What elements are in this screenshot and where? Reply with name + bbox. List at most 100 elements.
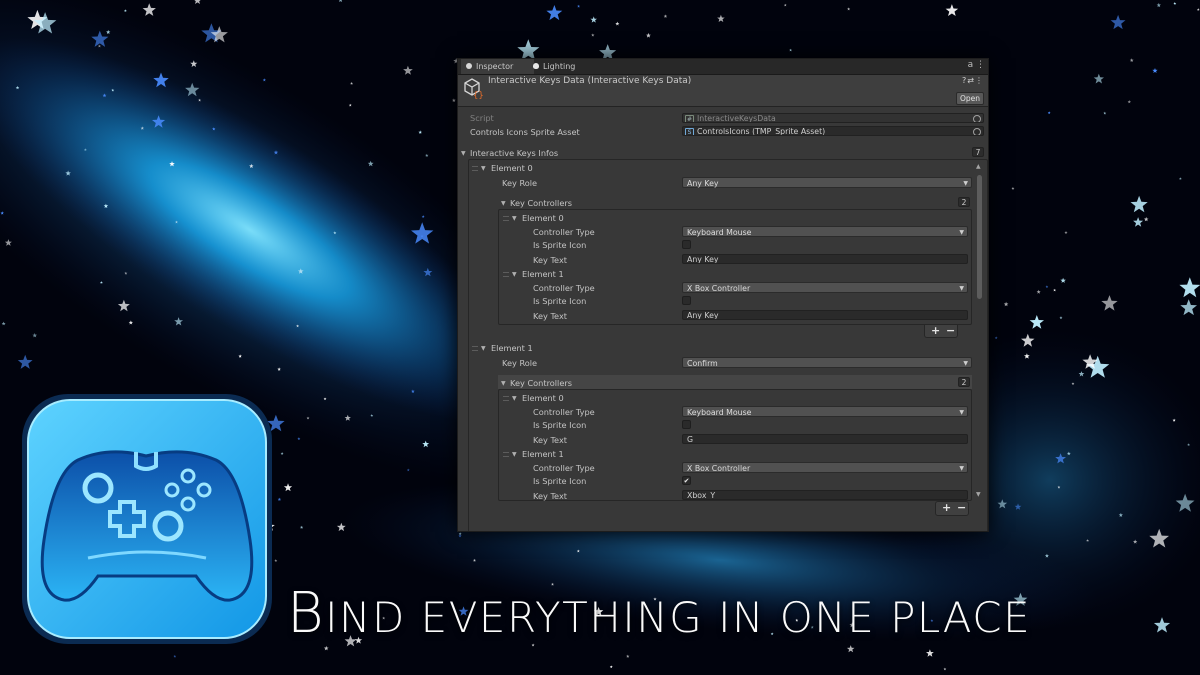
header-icons[interactable]: ?⇄⋮: [962, 76, 984, 85]
controllers-count[interactable]: 2: [958, 377, 970, 387]
key-text-label: Key Text: [533, 311, 568, 321]
more-icon[interactable]: ⋮: [975, 76, 984, 85]
dropdown-value: X Box Controller: [687, 284, 751, 293]
object-picker-icon[interactable]: [973, 128, 981, 135]
key-text-label: Key Text: [533, 491, 568, 501]
tab-label: Inspector: [476, 62, 514, 71]
is-sprite-checkbox[interactable]: [682, 420, 691, 429]
controller-type-label: Controller Type: [533, 407, 595, 417]
foldout-arrow-icon[interactable]: ▼: [481, 165, 486, 172]
tab-lighting[interactable]: Lighting: [528, 59, 593, 74]
key-role-dropdown[interactable]: Any Key ▼: [682, 177, 972, 188]
is-sprite-checkbox[interactable]: [682, 296, 691, 305]
foldout-arrow-icon[interactable]: ▼: [501, 380, 506, 387]
controller-type-dropdown[interactable]: Keyboard Mouse ▼: [682, 226, 968, 237]
dropdown-value: Keyboard Mouse: [687, 228, 752, 237]
is-sprite-checkbox[interactable]: [682, 240, 691, 249]
controllers-count[interactable]: 2: [958, 197, 970, 207]
controller-element-label: Element 0: [522, 393, 564, 403]
chevron-down-icon: ▼: [963, 180, 968, 187]
add-element-button[interactable]: +: [942, 502, 951, 514]
key-text-input[interactable]: Xbox_Y: [682, 490, 968, 500]
script-value: InteractiveKeysData: [697, 114, 776, 123]
remove-element-button[interactable]: −: [957, 502, 966, 514]
tab-inspector[interactable]: Inspector: [461, 59, 534, 74]
is-sprite-icon-label: Is Sprite Icon: [533, 296, 587, 306]
chevron-down-icon: ▼: [959, 409, 964, 416]
script-field[interactable]: # InteractiveKeysData: [682, 113, 984, 123]
key-text-label: Key Text: [533, 255, 568, 265]
info-icon: [466, 63, 472, 69]
preset-icon[interactable]: ⇄: [967, 76, 975, 85]
controller-type-label: Controller Type: [533, 463, 595, 473]
controller-type-dropdown[interactable]: Keyboard Mouse ▼: [682, 406, 968, 417]
foldout-arrow-icon[interactable]: ▼: [512, 451, 517, 458]
drag-handle-icon[interactable]: [503, 216, 509, 221]
foldout-arrow-icon[interactable]: ▼: [481, 345, 486, 352]
drag-handle-icon[interactable]: [503, 452, 509, 457]
is-sprite-icon-label: Is Sprite Icon: [533, 240, 587, 250]
inspector-window: Inspector Lighting a ⋮ {} Interactive Ke…: [457, 58, 989, 532]
remove-element-button[interactable]: −: [946, 325, 955, 337]
key-controllers-label: Key Controllers: [510, 378, 572, 388]
controller-type-dropdown[interactable]: X Box Controller ▼: [682, 462, 968, 473]
sprite-asset-icon: S: [685, 128, 694, 135]
tab-label: Lighting: [543, 62, 576, 71]
asset-header: {} Interactive Keys Data (Interactive Ke…: [458, 75, 988, 107]
key-role-dropdown[interactable]: Confirm ▼: [682, 357, 972, 368]
key-text-input[interactable]: Any Key: [682, 254, 968, 264]
add-remove-controls: + −: [935, 501, 969, 516]
controller-type-label: Controller Type: [533, 283, 595, 293]
foldout-arrow-icon[interactable]: ▼: [501, 200, 506, 207]
gamepad-logo-icon: [22, 394, 272, 644]
controller-element-label: Element 1: [522, 449, 564, 459]
controller-type-dropdown[interactable]: X Box Controller ▼: [682, 282, 968, 293]
scroll-down-icon[interactable]: ▼: [976, 491, 981, 498]
key-role-label: Key Role: [502, 178, 538, 188]
drag-handle-icon[interactable]: [503, 272, 509, 277]
chevron-down-icon: ▼: [959, 229, 964, 236]
dropdown-value: Keyboard Mouse: [687, 408, 752, 417]
chevron-down-icon: ▼: [959, 465, 964, 472]
tagline-text: ind everything in one place: [325, 593, 1032, 642]
is-sprite-checkbox[interactable]: ✔: [682, 476, 691, 485]
drag-handle-icon[interactable]: [503, 396, 509, 401]
dropdown-value: Confirm: [687, 359, 718, 368]
list-count[interactable]: 7: [972, 147, 984, 157]
foldout-arrow-icon[interactable]: ▼: [461, 150, 466, 157]
key-text-label: Key Text: [533, 435, 568, 445]
is-sprite-icon-label: Is Sprite Icon: [533, 476, 587, 486]
foldout-arrow-icon[interactable]: ▼: [512, 395, 517, 402]
scrollbar-thumb[interactable]: [977, 175, 982, 299]
key-text-input[interactable]: G: [682, 434, 968, 444]
foldout-arrow-icon[interactable]: ▼: [512, 215, 517, 222]
key-controllers-label: Key Controllers: [510, 198, 572, 208]
asset-title: Interactive Keys Data (Interactive Keys …: [488, 76, 692, 86]
scriptable-object-icon: {}: [464, 78, 484, 99]
dropdown-value: Any Key: [687, 179, 719, 188]
add-element-button[interactable]: +: [931, 325, 940, 337]
tagline: Bind everything in one place: [287, 586, 1032, 643]
controller-element-label: Element 0: [522, 213, 564, 223]
script-icon: #: [685, 115, 694, 123]
tagline-initial: B: [287, 581, 326, 646]
lightbulb-icon: [533, 63, 539, 69]
chevron-down-icon: ▼: [959, 285, 964, 292]
lock-icon[interactable]: a ⋮: [968, 60, 985, 70]
open-button[interactable]: Open: [956, 92, 984, 105]
tab-bar: Inspector Lighting a ⋮: [458, 59, 988, 75]
key-role-label: Key Role: [502, 358, 538, 368]
sprite-asset-label: Controls Icons Sprite Asset: [470, 127, 580, 137]
drag-handle-icon[interactable]: [472, 166, 478, 171]
key-text-input[interactable]: Any Key: [682, 310, 968, 320]
element-label: Element 0: [491, 163, 533, 173]
script-label: Script: [470, 113, 494, 123]
interactive-keys-infos-label: Interactive Keys Infos: [470, 148, 559, 158]
drag-handle-icon[interactable]: [472, 346, 478, 351]
scroll-up-icon[interactable]: ▲: [976, 163, 981, 170]
controller-element-label: Element 1: [522, 269, 564, 279]
sprite-asset-field[interactable]: S ControlsIcons (TMP_Sprite Asset): [682, 126, 984, 136]
dropdown-value: X Box Controller: [687, 464, 751, 473]
foldout-arrow-icon[interactable]: ▼: [512, 271, 517, 278]
object-picker-icon[interactable]: [973, 115, 981, 122]
